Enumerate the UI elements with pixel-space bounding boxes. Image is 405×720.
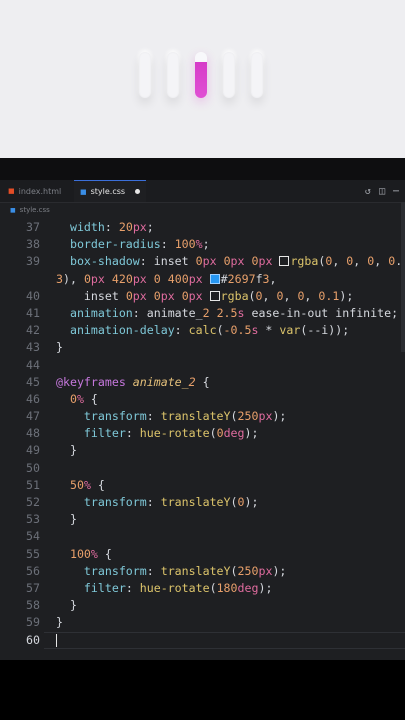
line-number: 56 [26, 563, 40, 578]
line-text: @keyframes animate_2 { [56, 374, 210, 389]
bottom-bar [0, 660, 405, 720]
code-line: 46 0% { [0, 391, 405, 408]
code-line-current[interactable]: 60 [0, 631, 405, 649]
line-text: transform: translateY(250px); [83, 409, 287, 424]
line-text: box-shadow: inset 0px 0px 0px rgba(0, 0,… [69, 254, 403, 269]
line-number: 57 [26, 580, 40, 595]
line-number: 52 [26, 495, 40, 509]
code-line-wrap: 3), 0px 420px 0 400px #2697f3, [0, 271, 405, 288]
code-line: 52 transform: translateY(0); [0, 494, 405, 511]
line-number: 54 [26, 529, 40, 544]
line-text: animation-delay: calc(-0.5s * var(--i)); [69, 323, 350, 338]
code-line: 59} [0, 614, 405, 631]
code-line: 37 width: 20px; [0, 219, 405, 236]
loader-bar [167, 52, 179, 98]
code-line: 41 animation: animate_2 2.5s ease-in-out… [0, 305, 405, 322]
code-line: 53 } [0, 511, 405, 528]
line-number: 50 [26, 460, 40, 475]
line-number: 37 [26, 220, 40, 234]
line-text: width: 20px; [69, 220, 154, 234]
line-text: filter: hue-rotate(0deg); [83, 426, 259, 441]
code-line: 49 } [0, 442, 405, 459]
line-number: 39 [26, 254, 40, 269]
tab-label: index.html [18, 186, 62, 196]
scrollbar[interactable] [401, 202, 405, 352]
line-text: transform: translateY(250px); [83, 563, 287, 578]
line-text: transform: translateY(0); [83, 495, 259, 509]
line-number: 58 [26, 598, 40, 613]
loader-bar [139, 52, 151, 98]
line-number: 40 [26, 288, 40, 303]
line-text: 50% { [69, 477, 105, 492]
html5-icon: ■ [8, 187, 15, 195]
unsaved-dot-icon[interactable] [135, 189, 141, 194]
code-line: 39 box-shadow: inset 0px 0px 0px rgba(0,… [0, 253, 405, 270]
code-line: 43} [0, 339, 405, 356]
line-number: 44 [26, 357, 40, 372]
line-text: 100% { [69, 546, 112, 561]
line-text: inset 0px 0px 0px rgba(0, 0, 0, 0.1); [56, 288, 354, 303]
line-number: 49 [26, 443, 40, 458]
css3-icon: ■ [80, 187, 87, 196]
line-text: 3), 0px 420px 0 400px #2697f3, [56, 271, 277, 286]
breadcrumb[interactable]: ■ style.css [0, 203, 405, 217]
line-text: filter: hue-rotate(180deg); [83, 580, 273, 595]
line-number: 47 [26, 409, 40, 424]
code-line: 45 @keyframes animate_2 { [0, 374, 405, 391]
text-caret [56, 633, 57, 647]
tab-index-html[interactable]: ■ index.html [2, 180, 67, 202]
divider [0, 158, 405, 180]
breadcrumb-file: style.css [19, 206, 50, 214]
line-number: 38 [26, 237, 40, 252]
code-line: 47 transform: translateY(250px); [0, 408, 405, 425]
line-number: 42 [26, 323, 40, 338]
code-editor[interactable]: ■ index.html ■ style.css ↺ ◫ ⋯ ■ style.c… [0, 180, 405, 660]
line-text: } [56, 598, 77, 613]
line-text: } [56, 512, 77, 527]
line-text: } [56, 340, 63, 355]
code-line: 38 border-radius: 100%; [0, 236, 405, 253]
history-icon[interactable]: ↺ [365, 186, 371, 197]
code-line: 48 filter: hue-rotate(0deg); [0, 425, 405, 442]
code-line: 57 filter: hue-rotate(180deg); [0, 580, 405, 597]
line-number: 48 [26, 426, 40, 441]
line-number: 41 [26, 305, 40, 320]
code-line: 50 [0, 460, 405, 477]
line-text: } [56, 443, 77, 458]
code-line: 56 transform: translateY(250px); [0, 563, 405, 580]
current-line-highlight [44, 631, 405, 649]
code-area[interactable]: 37 width: 20px; 38 border-radius: 100%; … [0, 219, 405, 649]
code-line: 58 } [0, 597, 405, 614]
line-number: 43 [26, 340, 40, 355]
line-number: 55 [26, 546, 40, 561]
more-actions-icon[interactable]: ⋯ [393, 186, 399, 197]
line-number: 60 [26, 632, 40, 647]
loader-bar [251, 52, 263, 98]
tab-bar: ■ index.html ■ style.css ↺ ◫ ⋯ [0, 180, 405, 203]
tab-style-css[interactable]: ■ style.css [74, 180, 147, 202]
line-number: 45 [26, 374, 40, 389]
code-line: 55 100% { [0, 546, 405, 563]
loader-bar-active [195, 52, 207, 98]
line-number: 53 [26, 512, 40, 527]
loader-bar [223, 52, 235, 98]
animation-preview [0, 0, 405, 158]
line-text: } [56, 615, 63, 630]
code-line: 54 [0, 528, 405, 545]
editor-actions: ↺ ◫ ⋯ [365, 180, 399, 202]
line-text: 0% { [69, 391, 98, 406]
split-editor-icon[interactable]: ◫ [379, 186, 385, 197]
css3-icon: ■ [10, 206, 16, 214]
line-number: 51 [26, 477, 40, 492]
line-number: 46 [26, 391, 40, 406]
code-line: 40 inset 0px 0px 0px rgba(0, 0, 0, 0.1); [0, 288, 405, 305]
tab-label: style.css [90, 187, 126, 196]
line-text: border-radius: 100%; [69, 237, 210, 252]
code-line: 51 50% { [0, 477, 405, 494]
line-text: animation: animate_2 2.5s ease-in-out in… [69, 305, 399, 320]
line-number: 59 [26, 615, 40, 630]
code-line: 44 [0, 357, 405, 374]
code-line: 42 animation-delay: calc(-0.5s * var(--i… [0, 322, 405, 339]
